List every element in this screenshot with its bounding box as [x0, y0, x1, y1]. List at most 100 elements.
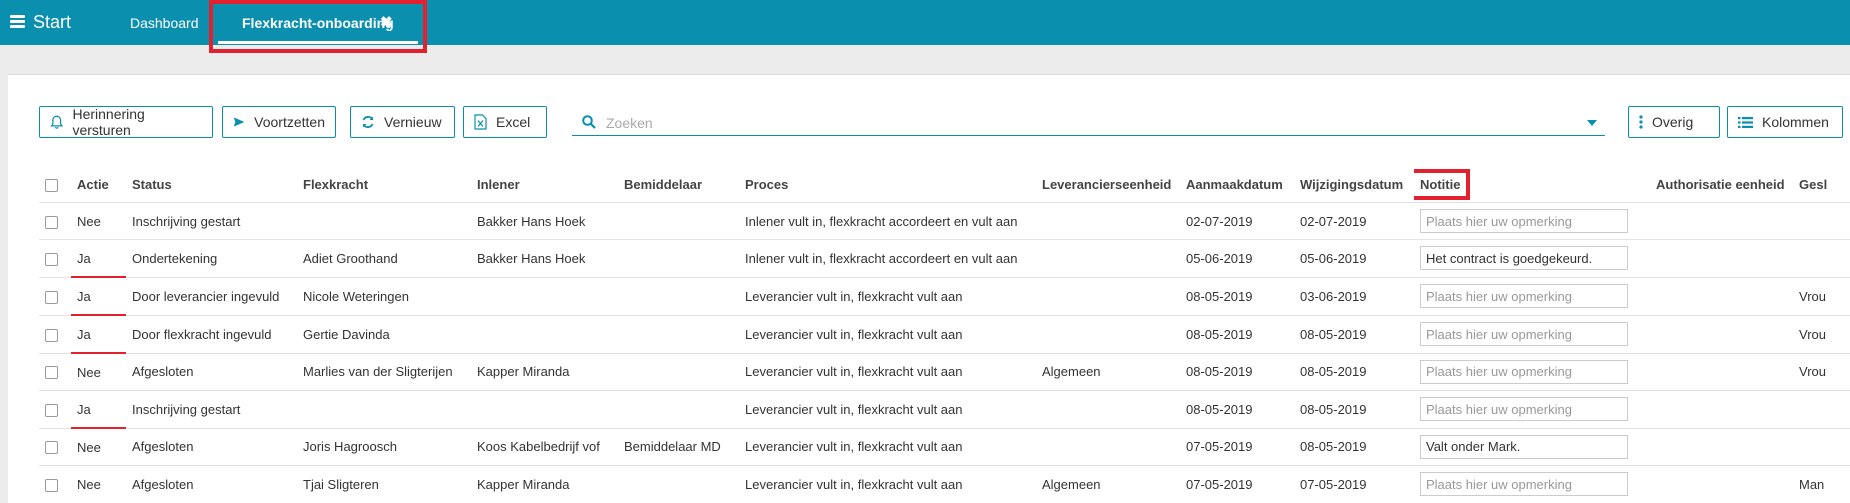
- table-row[interactable]: Nee Afgesloten Joris Hagroosch Koos Kabelbe…: [39, 427, 1850, 466]
- refresh-icon: [362, 116, 374, 128]
- continue-button[interactable]: Voortzetten: [222, 106, 336, 138]
- table-row[interactable]: Ja Door flexkracht ingevuld Gertie Davinda…: [39, 314, 1850, 354]
- flexkracht-cell: Gertie Davinda: [297, 314, 471, 353]
- notitie-cell: [1414, 390, 1650, 428]
- leverancierseenheid-cell: [1036, 427, 1180, 466]
- note-input[interactable]: [1420, 359, 1628, 384]
- row-select-cell[interactable]: [39, 352, 71, 391]
- row-select-cell[interactable]: [39, 465, 71, 502]
- row-checkbox[interactable]: [45, 290, 58, 304]
- status-cell: Afgesloten: [126, 427, 297, 466]
- column-header-authorisatie-eenheid[interactable]: Authorisatie eenheid: [1650, 166, 1793, 203]
- column-header-actie[interactable]: Actie: [71, 166, 126, 203]
- note-input[interactable]: [1420, 397, 1628, 422]
- status-cell: Inschrijving gestart: [126, 390, 297, 428]
- bemiddelaar-cell: [618, 239, 739, 277]
- table-row[interactable]: Ja Ondertekening Adiet Groothand Bakker Han…: [39, 239, 1850, 278]
- row-select-cell[interactable]: [39, 276, 71, 315]
- bemiddelaar-cell: [618, 390, 739, 428]
- inlener-cell: [471, 314, 618, 353]
- column-header-flexkracht[interactable]: Flexkracht: [297, 166, 471, 203]
- search-dropdown-caret-icon[interactable]: [1587, 120, 1597, 126]
- column-header-notitie-cell[interactable]: Notitie: [1414, 166, 1650, 203]
- select-all-checkbox[interactable]: [45, 178, 58, 192]
- column-header-bemiddelaar[interactable]: Bemiddelaar: [618, 166, 739, 203]
- actie-cell: Nee: [71, 352, 126, 391]
- start-link[interactable]: Start: [33, 12, 71, 33]
- column-header-geslacht[interactable]: Gesl: [1793, 166, 1850, 203]
- wijzigingsdatum-cell: 08-05-2019: [1294, 352, 1414, 391]
- note-input[interactable]: [1420, 246, 1628, 271]
- aanmaakdatum-cell: 07-05-2019: [1180, 465, 1294, 502]
- note-input[interactable]: [1420, 322, 1628, 346]
- refresh-button[interactable]: Vernieuw: [350, 106, 455, 138]
- geslacht-cell: [1793, 202, 1850, 240]
- note-input[interactable]: [1420, 284, 1628, 308]
- geslacht-cell: [1793, 427, 1850, 466]
- proces-cell: Inlener vult in, flexkracht accordeert e…: [739, 239, 1036, 277]
- column-header-leverancierseenheid[interactable]: Leverancierseenheid: [1036, 166, 1180, 203]
- hamburger-menu-icon[interactable]: [10, 15, 25, 29]
- row-select-cell[interactable]: [39, 427, 71, 466]
- row-select-cell[interactable]: [39, 202, 71, 240]
- bemiddelaar-cell: Bemiddelaar MD: [618, 427, 739, 466]
- column-header-aanmaakdatum[interactable]: Aanmaakdatum: [1180, 166, 1294, 203]
- proces-cell: Leverancier vult in, flexkracht vult aan: [739, 390, 1036, 428]
- columns-button[interactable]: Kolommen: [1727, 106, 1843, 138]
- wijzigingsdatum-cell: 03-06-2019: [1294, 276, 1414, 315]
- table-row[interactable]: Ja Door leverancier ingevuld Nicole Weteri…: [39, 276, 1850, 316]
- excel-button[interactable]: Excel: [463, 106, 547, 138]
- column-header-proces[interactable]: Proces: [739, 166, 1036, 203]
- flexkracht-cell: [297, 390, 471, 428]
- row-checkbox[interactable]: [45, 441, 58, 455]
- wijzigingsdatum-cell: 08-05-2019: [1294, 427, 1414, 466]
- vertical-ellipsis-icon: [1639, 115, 1643, 129]
- row-select-cell[interactable]: [39, 239, 71, 277]
- table-row[interactable]: Nee Afgesloten Tjai Sligteren Kapper Mirand…: [39, 465, 1850, 502]
- column-header-notitie[interactable]: Notitie: [1414, 168, 1471, 200]
- leverancierseenheid-cell: Algemeen: [1036, 352, 1180, 391]
- other-button[interactable]: Overig: [1628, 106, 1720, 138]
- select-all-cell[interactable]: [39, 166, 71, 203]
- continue-label: Voortzetten: [254, 114, 325, 130]
- row-checkbox[interactable]: [45, 478, 58, 492]
- bemiddelaar-cell: [618, 202, 739, 240]
- leverancierseenheid-cell: [1036, 239, 1180, 277]
- row-checkbox[interactable]: [45, 328, 58, 342]
- note-input[interactable]: [1420, 434, 1628, 459]
- row-checkbox[interactable]: [45, 366, 58, 380]
- send-reminder-label: Herinnering versturen: [72, 106, 145, 138]
- column-header-inlener[interactable]: Inlener: [471, 166, 618, 203]
- flexkracht-cell: Tjai Sligteren: [297, 465, 471, 502]
- table-row[interactable]: Nee Inschrijving gestart Bakker Hans Hoek I…: [39, 202, 1850, 240]
- table-row[interactable]: Nee Afgesloten Marlies van der Sligterijen…: [39, 352, 1850, 391]
- row-checkbox[interactable]: [45, 215, 58, 229]
- tab-dashboard[interactable]: Dashboard: [130, 15, 199, 31]
- geslacht-cell: Vrou: [1793, 276, 1850, 315]
- flexkracht-cell: Nicole Weteringen: [297, 276, 471, 315]
- aanmaakdatum-cell: 08-05-2019: [1180, 314, 1294, 353]
- flexkracht-cell: Adiet Groothand: [297, 239, 471, 277]
- search-input[interactable]: [604, 112, 1558, 134]
- search-bar[interactable]: [572, 111, 1605, 136]
- column-header-status[interactable]: Status: [126, 166, 297, 203]
- excel-file-icon: [474, 114, 487, 130]
- inlener-cell: Bakker Hans Hoek: [471, 202, 618, 240]
- table-header-row: Actie Status Flexkracht Inlener Bemiddel…: [39, 166, 1850, 203]
- flexkracht-cell: Joris Hagroosch: [297, 427, 471, 466]
- row-checkbox[interactable]: [45, 252, 58, 266]
- authorisatie-eenheid-cell: [1650, 239, 1793, 277]
- note-input[interactable]: [1420, 209, 1628, 233]
- row-select-cell[interactable]: [39, 314, 71, 353]
- actie-cell: Nee: [71, 427, 126, 466]
- send-reminder-button[interactable]: Herinnering versturen: [39, 106, 213, 138]
- row-checkbox[interactable]: [45, 403, 58, 417]
- note-input[interactable]: [1420, 472, 1628, 496]
- excel-label: Excel: [496, 114, 531, 130]
- row-select-cell[interactable]: [39, 390, 71, 428]
- column-header-wijzigingsdatum[interactable]: Wijzigingsdatum: [1294, 166, 1414, 203]
- table-row[interactable]: Ja Inschrijving gestart Leverancier vult i…: [39, 390, 1850, 429]
- notitie-cell: [1414, 427, 1650, 466]
- leverancierseenheid-cell: [1036, 202, 1180, 240]
- proces-cell: Leverancier vult in, flexkracht vult aan: [739, 276, 1036, 315]
